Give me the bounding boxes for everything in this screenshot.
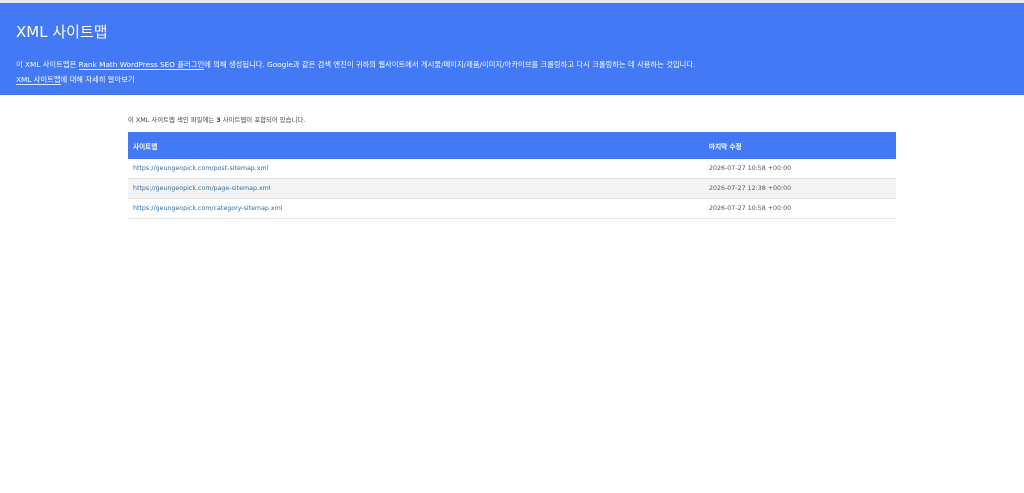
learn-more-text: 에 대해 자세히 알아보기 xyxy=(60,75,135,84)
table-row: https://geungeopick.com/post-sitemap.xml… xyxy=(128,159,896,179)
table-header-row: 사이트맵 마지막 수정 xyxy=(128,132,896,159)
lastmod-cell: 2026-07-27 10:58 +00:00 xyxy=(709,198,896,219)
desc-text-2: 에 의해 생성됩니다. Google과 같은 검색 엔진이 귀하의 웹사이트에서… xyxy=(204,60,696,69)
page-header: XML 사이트맵 이 XML 사이트맵은 Rank Math WordPress… xyxy=(0,3,1024,95)
sitemap-table: 사이트맵 마지막 수정 https://geungeopick.com/post… xyxy=(128,132,896,219)
sitemap-link[interactable]: https://geungeopick.com/category-sitemap… xyxy=(133,205,283,212)
count-prefix: 이 XML 사이트맵 색인 파일에는 xyxy=(128,116,217,124)
sitemap-count-text: 이 XML 사이트맵 색인 파일에는 3 사이트맵이 포함되어 있습니다. xyxy=(128,115,896,124)
rank-math-link[interactable]: Rank Math WordPress SEO 플러그인 xyxy=(78,60,205,70)
xml-sitemap-link[interactable]: XML 사이트맵 xyxy=(16,75,61,85)
count-suffix: 사이트맵이 포함되어 있습니다. xyxy=(220,116,306,124)
desc-text-1: 이 XML 사이트맵은 xyxy=(16,60,79,69)
sitemap-link[interactable]: https://geungeopick.com/page-sitemap.xml xyxy=(133,185,271,192)
column-header-lastmod: 마지막 수정 xyxy=(709,142,742,151)
table-row: https://geungeopick.com/category-sitemap… xyxy=(128,198,896,219)
learn-more-line: XML 사이트맵에 대해 자세히 알아보기 xyxy=(16,75,135,85)
lastmod-cell: 2026-07-27 10:58 +00:00 xyxy=(709,159,896,179)
table-row: https://geungeopick.com/page-sitemap.xml… xyxy=(128,178,896,199)
main-content: 이 XML 사이트맵 색인 파일에는 3 사이트맵이 포함되어 있습니다. 사이… xyxy=(128,115,896,219)
sitemap-link[interactable]: https://geungeopick.com/post-sitemap.xml xyxy=(133,165,268,172)
lastmod-cell: 2026-07-27 12:38 +00:00 xyxy=(709,178,896,199)
column-header-sitemap: 사이트맵 xyxy=(133,142,158,151)
header-description: 이 XML 사이트맵은 Rank Math WordPress SEO 플러그인… xyxy=(16,60,695,70)
page-title: XML 사이트맵 xyxy=(16,23,108,41)
